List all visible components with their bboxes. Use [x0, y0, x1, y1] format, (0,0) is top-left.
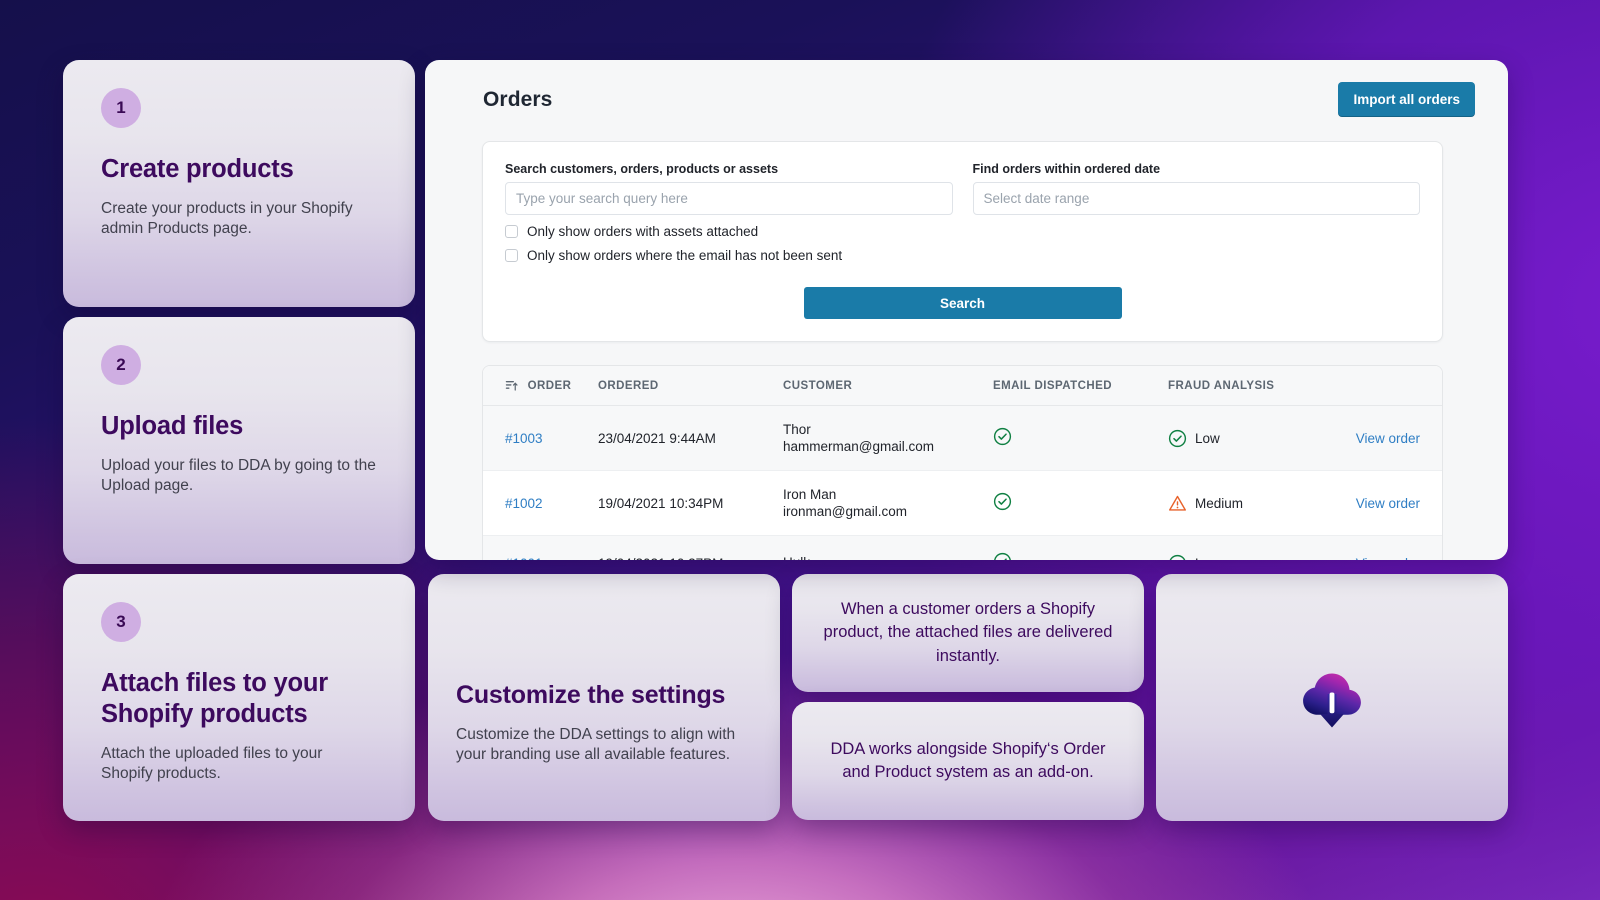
cell-customer: Hulk [783, 535, 993, 561]
search-input[interactable] [505, 182, 953, 215]
filter-email-not-sent-label: Only show orders where the email has not… [527, 248, 843, 263]
search-query-label: Search customers, orders, products or as… [505, 162, 779, 176]
check-circle-icon [1169, 554, 1186, 560]
cell-order: #1003 [483, 405, 598, 471]
order-link[interactable]: #1001 [505, 556, 543, 561]
step-number-badge-1: 1 [101, 88, 141, 128]
step-card-1: 1 Create products Create your products i… [63, 60, 415, 307]
customize-settings-card: Customize the settings Customize the DDA… [428, 574, 780, 821]
step-card-2: 2 Upload files Upload your files to DDA … [63, 317, 415, 564]
order-link[interactable]: #1002 [505, 496, 543, 511]
filter-assets-attached-checkbox[interactable] [505, 225, 518, 238]
fraud-risk-label: Medium [1195, 495, 1244, 511]
filter-email-not-sent-row[interactable]: Only show orders where the email has not… [505, 248, 1420, 263]
filter-email-not-sent-checkbox[interactable] [505, 249, 518, 262]
cell-action: View order [1328, 535, 1442, 561]
fraud-risk-label: Low [1195, 430, 1220, 446]
column-header-ordered[interactable]: ORDERED [598, 366, 783, 406]
check-circle-icon [993, 427, 1012, 446]
cell-fraud-analysis: Low [1168, 535, 1328, 561]
import-all-orders-button[interactable]: Import all orders [1338, 82, 1475, 117]
step-number-badge-3: 3 [101, 602, 141, 642]
search-query-field: Search customers, orders, products or as… [505, 162, 953, 215]
date-range-input[interactable] [972, 182, 1420, 215]
customer-email: hammerman@gmail.com [783, 439, 934, 454]
cloud-download-icon [1303, 672, 1361, 727]
filter-assets-attached-row[interactable]: Only show orders with assets attached [505, 224, 1420, 239]
step-body-3: Attach the uploaded files to your Shopif… [101, 745, 323, 783]
filter-assets-attached-label: Only show orders with assets attached [527, 224, 759, 239]
column-header-order[interactable]: ORDER [483, 366, 598, 406]
column-header-order-label: ORDER [527, 380, 572, 392]
orders-header: Orders Import all orders [425, 60, 1508, 117]
fact-card-1: When a customer orders a Shopify product… [792, 574, 1144, 692]
warning-triangle-icon [1168, 495, 1187, 511]
check-circle-icon [993, 492, 1012, 511]
check-circle-icon [994, 552, 1011, 560]
view-order-link[interactable]: View order [1356, 431, 1420, 446]
cell-ordered: 19/04/2021 10:34PM [598, 470, 783, 536]
search-button[interactable]: Search [803, 287, 1122, 319]
orders-table-head: ORDER ORDERED CUSTOMER EMAIL DISPATCHED … [483, 366, 1442, 406]
step-title-2: Upload files [101, 412, 244, 440]
cell-fraud-analysis: Low [1168, 405, 1328, 471]
customer-email: ironman@gmail.com [783, 504, 907, 519]
date-range-field: Find orders within ordered date [972, 162, 1420, 215]
cell-email-dispatched [993, 470, 1168, 536]
sort-ascending-icon[interactable] [505, 379, 518, 392]
table-row[interactable]: #1003 23/04/2021 9:44AM Thor hammerman@g… [483, 405, 1442, 471]
column-header-fraud-analysis[interactable]: FRAUD ANALYSIS [1168, 366, 1328, 406]
step-title-1: Create products [101, 155, 294, 183]
cell-email-dispatched [993, 405, 1168, 471]
orders-panel: Orders Import all orders Search customer… [425, 60, 1508, 560]
fact-text-2: DDA works alongside Shopify‘s Order and … [830, 739, 1106, 781]
view-order-link[interactable]: View order [1356, 496, 1420, 511]
cell-customer: Thor hammerman@gmail.com [783, 405, 993, 471]
customer-name: Iron Man [783, 487, 837, 502]
cell-action: View order [1328, 405, 1442, 471]
table-row[interactable]: #1001 19/04/2021 10:27PM Hulk [483, 535, 1442, 561]
cell-action: View order [1328, 470, 1442, 536]
step-body-1: Create your products in your Shopify adm… [101, 200, 353, 238]
customer-name: Thor [783, 422, 811, 437]
step-body-2: Upload your files to DDA by going to the… [101, 457, 376, 495]
cell-order: #1002 [483, 470, 598, 536]
column-header-customer[interactable]: CUSTOMER [783, 366, 993, 406]
orders-table: ORDER ORDERED CUSTOMER EMAIL DISPATCHED … [483, 366, 1442, 560]
cell-ordered: 19/04/2021 10:27PM [598, 535, 783, 560]
column-header-actions [1328, 366, 1442, 406]
date-range-label: Find orders within ordered date [972, 162, 1161, 176]
order-search-panel: Search customers, orders, products or as… [482, 141, 1443, 342]
orders-table-header-row: ORDER ORDERED CUSTOMER EMAIL DISPATCHED … [483, 366, 1442, 406]
search-fields-row: Search customers, orders, products or as… [505, 162, 1420, 215]
orders-table-container: ORDER ORDERED CUSTOMER EMAIL DISPATCHED … [482, 365, 1443, 560]
column-header-email-dispatched[interactable]: EMAIL DISPATCHED [993, 366, 1168, 406]
check-circle-icon [1168, 429, 1187, 447]
customer-name: Hulk [783, 555, 993, 561]
cell-order: #1001 [483, 535, 598, 561]
step-number-badge-2: 2 [101, 345, 141, 385]
cell-email-dispatched [993, 535, 1168, 560]
table-row[interactable]: #1002 19/04/2021 10:34PM Iron Man ironma… [483, 470, 1442, 536]
step-card-3: 3 Attach files to your Shopify products … [63, 574, 415, 821]
page-title: Orders [483, 87, 553, 111]
cell-fraud-analysis: Medium [1168, 470, 1328, 536]
view-order-link[interactable]: View order [1356, 556, 1420, 561]
orders-table-body: #1003 23/04/2021 9:44AM Thor hammerman@g… [483, 405, 1442, 561]
fraud-risk-label: Low [1195, 556, 1220, 561]
customize-body: Customize the DDA settings to align with… [456, 725, 736, 763]
cloud-download-card [1156, 574, 1508, 821]
cell-ordered: 23/04/2021 9:44AM [598, 405, 783, 471]
app-background: 1 Create products Create your products i… [0, 0, 1600, 900]
order-link[interactable]: #1003 [505, 431, 543, 446]
cell-customer: Iron Man ironman@gmail.com [783, 470, 993, 536]
fact-card-2: DDA works alongside Shopify‘s Order and … [792, 702, 1144, 820]
customize-title: Customize the settings [456, 681, 726, 710]
fact-text-1: When a customer orders a Shopify product… [823, 599, 1113, 665]
step-title-3: Attach files to your Shopify products [101, 669, 328, 729]
